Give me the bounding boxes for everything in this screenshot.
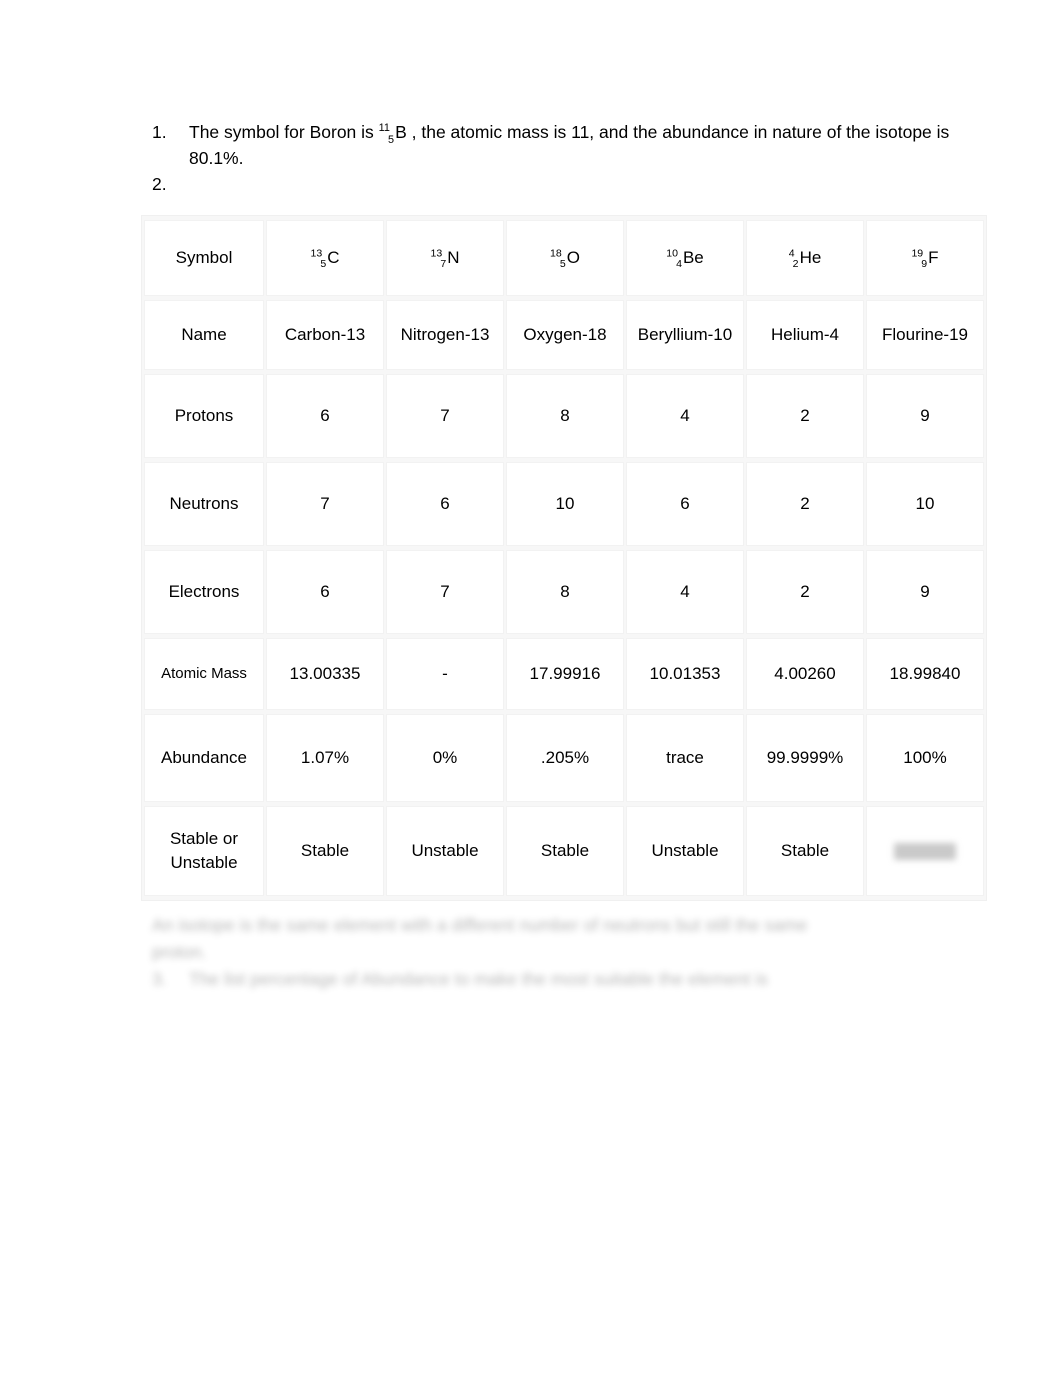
cell-atomic-mass: 13.00335: [266, 638, 384, 710]
isotope-table: Symbol 135C 137N 185O 104Be 42He 199F Na…: [141, 215, 987, 901]
cell-symbol-nitrogen: 137N: [386, 220, 504, 296]
row-label-stability: Stable or Unstable: [144, 806, 264, 896]
cell-neutrons: 6: [386, 462, 504, 546]
table-row-protons: Protons 6 7 8 4 2 9: [144, 374, 984, 458]
cell-symbol-oxygen: 185O: [506, 220, 624, 296]
redacted-list-marker: 3.: [152, 969, 167, 989]
cell-electrons: 8: [506, 550, 624, 634]
cell-stability: Unstable: [386, 806, 504, 896]
table-row-electrons: Electrons 6 7 8 4 2 9: [144, 550, 984, 634]
row-label-atomic-mass: Atomic Mass: [144, 638, 264, 710]
row-label-name: Name: [144, 300, 264, 370]
boron-atomic-number: 5: [387, 133, 395, 146]
cell-protons: 2: [746, 374, 864, 458]
cell-name: Beryllium-10: [626, 300, 744, 370]
cell-name: Oxygen-18: [506, 300, 624, 370]
symbol-atomic-number: 7: [440, 258, 447, 271]
cell-atomic-mass: 4.00260: [746, 638, 864, 710]
document-page: 1. The symbol for Boron is 115B , the at…: [0, 0, 1062, 1377]
boron-sentence-prefix: The symbol for Boron is: [189, 122, 379, 142]
cell-stability-redacted: [866, 806, 984, 896]
cell-neutrons: 7: [266, 462, 384, 546]
cell-electrons: 7: [386, 550, 504, 634]
symbol-element: Be: [682, 248, 704, 267]
symbol-atomic-number: 9: [921, 258, 928, 271]
boron-mass-number: 11: [378, 122, 390, 135]
row-label-abundance: Abundance: [144, 714, 264, 802]
redacted-line: The list percentage of Abundance to make…: [189, 969, 768, 989]
cell-symbol-helium: 42He: [746, 220, 864, 296]
cell-electrons: 9: [866, 550, 984, 634]
boron-element-letter: B: [395, 122, 407, 142]
symbol-atomic-number: 5: [559, 258, 566, 271]
cell-neutrons: 10: [506, 462, 624, 546]
cell-stability: Stable: [746, 806, 864, 896]
row-label-electrons: Electrons: [144, 550, 264, 634]
cell-protons: 9: [866, 374, 984, 458]
cell-abundance: trace: [626, 714, 744, 802]
redacted-footer-notes: An isotope is the same element with a di…: [152, 912, 962, 993]
boron-isotope-symbol: 115B: [378, 122, 407, 145]
cell-atomic-mass: 10.01353: [626, 638, 744, 710]
cell-symbol-carbon: 135C: [266, 220, 384, 296]
cell-name: Nitrogen-13: [386, 300, 504, 370]
symbol-element: F: [928, 248, 939, 267]
table-row-atomic-mass: Atomic Mass 13.00335 - 17.99916 10.01353…: [144, 638, 984, 710]
symbol-element: C: [327, 248, 340, 267]
list-item: 2.: [152, 171, 952, 197]
symbol-atomic-number: 2: [792, 258, 799, 271]
cell-abundance: 100%: [866, 714, 984, 802]
numbered-list: 1. The symbol for Boron is 115B , the at…: [152, 119, 952, 197]
redacted-line: An isotope is the same element with a di…: [152, 915, 808, 935]
cell-electrons: 2: [746, 550, 864, 634]
cell-protons: 8: [506, 374, 624, 458]
cell-atomic-mass: 17.99916: [506, 638, 624, 710]
list-marker: 1.: [152, 122, 167, 142]
symbol-element: O: [566, 248, 580, 267]
list-item: 1. The symbol for Boron is 115B , the at…: [152, 119, 952, 171]
symbol-element: N: [447, 248, 460, 267]
cell-neutrons: 2: [746, 462, 864, 546]
cell-abundance: 0%: [386, 714, 504, 802]
table-row-neutrons: Neutrons 7 6 10 6 2 10: [144, 462, 984, 546]
list-item-text: The symbol for Boron is 115B , the atomi…: [189, 119, 952, 171]
cell-abundance: 99.9999%: [746, 714, 864, 802]
row-label-neutrons: Neutrons: [144, 462, 264, 546]
cell-abundance: .205%: [506, 714, 624, 802]
cell-atomic-mass: 18.99840: [866, 638, 984, 710]
cell-neutrons: 6: [626, 462, 744, 546]
cell-protons: 7: [386, 374, 504, 458]
redacted-list-item: 3. The list percentage of Abundance to m…: [152, 966, 962, 993]
cell-stability: Stable: [506, 806, 624, 896]
list-marker: 2.: [152, 174, 167, 194]
cell-stability: Unstable: [626, 806, 744, 896]
cell-protons: 6: [266, 374, 384, 458]
cell-name: Helium-4: [746, 300, 864, 370]
cell-electrons: 6: [266, 550, 384, 634]
symbol-atomic-number: 4: [676, 258, 682, 271]
cell-symbol-beryllium: 104Be: [626, 220, 744, 296]
cell-protons: 4: [626, 374, 744, 458]
cell-stability: Stable: [266, 806, 384, 896]
row-label-protons: Protons: [144, 374, 264, 458]
symbol-element: He: [799, 248, 822, 267]
row-label-symbol: Symbol: [144, 220, 264, 296]
symbol-atomic-number: 5: [320, 258, 327, 271]
cell-electrons: 4: [626, 550, 744, 634]
table-row-stability: Stable or Unstable Stable Unstable Stabl…: [144, 806, 984, 896]
isotope-table-container: Symbol 135C 137N 185O 104Be 42He 199F Na…: [141, 215, 987, 901]
cell-atomic-mass: -: [386, 638, 504, 710]
cell-name: Flourine-19: [866, 300, 984, 370]
table-row-abundance: Abundance 1.07% 0% .205% trace 99.9999% …: [144, 714, 984, 802]
table-row-symbol: Symbol 135C 137N 185O 104Be 42He 199F: [144, 220, 984, 296]
cell-neutrons: 10: [866, 462, 984, 546]
cell-abundance: 1.07%: [266, 714, 384, 802]
redacted-line: proton.: [152, 942, 207, 962]
redaction-blur: [894, 843, 956, 861]
cell-name: Carbon-13: [266, 300, 384, 370]
cell-symbol-fluorine: 199F: [866, 220, 984, 296]
table-row-name: Name Carbon-13 Nitrogen-13 Oxygen-18 Ber…: [144, 300, 984, 370]
